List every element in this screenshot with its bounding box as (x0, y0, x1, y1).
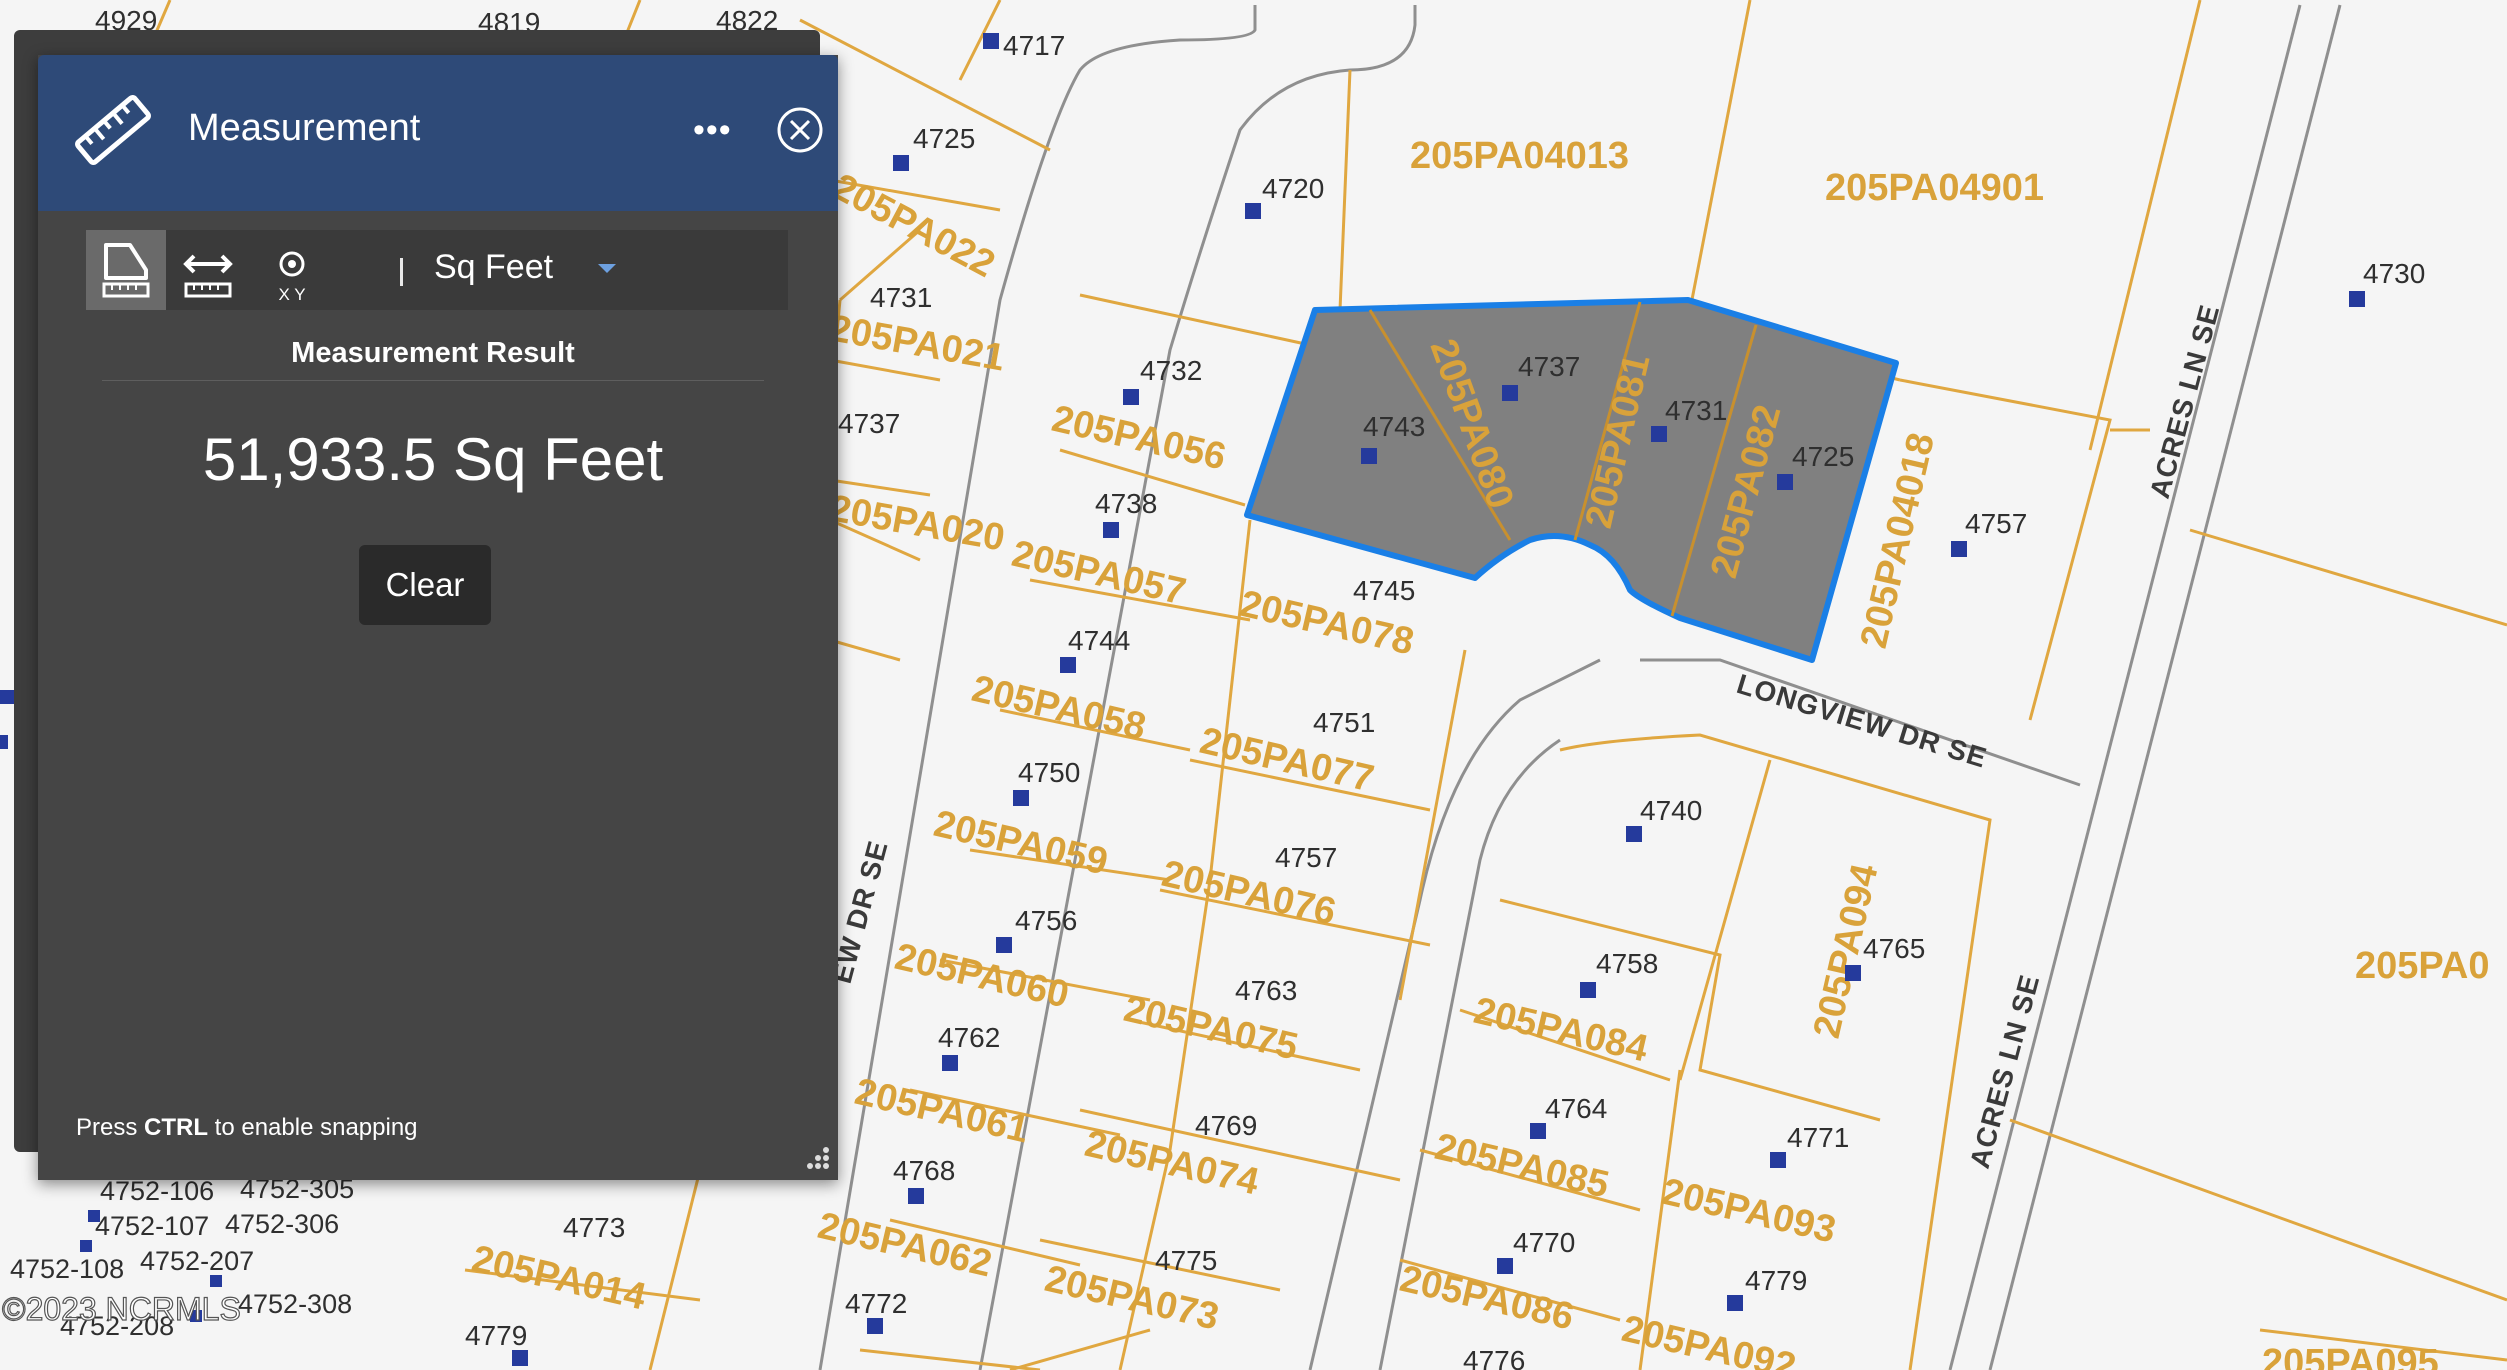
unit-dropdown[interactable]: Sq Feet (434, 248, 553, 287)
measurement-toolbar: X Y Sq Feet (86, 230, 788, 310)
svg-text:4771: 4771 (1787, 1122, 1849, 1153)
svg-text:4779: 4779 (1745, 1265, 1807, 1296)
svg-text:4758: 4758 (1596, 948, 1658, 979)
svg-text:4772: 4772 (845, 1288, 907, 1319)
svg-text:4731: 4731 (1665, 395, 1727, 426)
svg-text:4750: 4750 (1018, 757, 1080, 788)
svg-text:4764: 4764 (1545, 1093, 1607, 1124)
svg-text:4765: 4765 (1863, 933, 1925, 964)
location-tool-button[interactable]: X Y (252, 230, 332, 310)
svg-text:4752-107: 4752-107 (95, 1211, 209, 1241)
svg-text:4756: 4756 (1015, 905, 1077, 936)
svg-text:4768: 4768 (893, 1155, 955, 1186)
svg-text:205PA0: 205PA0 (2355, 945, 2490, 987)
panel-header: Measurement ••• (38, 55, 838, 203)
svg-text:X Y: X Y (278, 285, 305, 304)
distance-tool-button[interactable] (168, 230, 248, 310)
map-copyright: ©2023 NCRMLS (2, 1291, 241, 1327)
svg-text:4740: 4740 (1640, 795, 1702, 826)
svg-text:4752-306: 4752-306 (225, 1209, 339, 1239)
svg-text:4762: 4762 (938, 1022, 1000, 1053)
svg-text:4743: 4743 (1363, 411, 1425, 442)
svg-text:4737: 4737 (1518, 351, 1580, 382)
location-xy-icon: X Y (278, 251, 306, 304)
svg-text:4779: 4779 (465, 1320, 527, 1351)
measurement-panel: Measurement ••• X Y Sq Feet Measurement … (38, 55, 838, 1180)
svg-text:4730: 4730 (2363, 258, 2425, 289)
svg-text:4752-207: 4752-207 (140, 1246, 254, 1276)
area-measure-icon (102, 243, 150, 298)
close-icon[interactable] (775, 105, 825, 155)
svg-text:4752-308: 4752-308 (238, 1289, 352, 1319)
svg-text:4776: 4776 (1463, 1345, 1525, 1370)
svg-text:4725: 4725 (913, 123, 975, 154)
svg-text:205PA04013: 205PA04013 (1410, 135, 1629, 177)
svg-text:4763: 4763 (1235, 975, 1297, 1006)
svg-text:4725: 4725 (1792, 441, 1854, 472)
panel-title: Measurement (188, 107, 421, 149)
result-divider (102, 380, 764, 381)
snapping-hint-key: CTRL (144, 1114, 208, 1141)
svg-text:4731: 4731 (870, 282, 932, 313)
svg-text:4757: 4757 (1275, 842, 1337, 873)
snapping-hint-prefix: Press (76, 1114, 145, 1141)
svg-text:4775: 4775 (1155, 1245, 1217, 1276)
ruler-icon (75, 94, 151, 166)
distance-measure-icon (183, 254, 233, 298)
svg-text:4751: 4751 (1313, 707, 1375, 738)
svg-text:205PA095: 205PA095 (2262, 1342, 2439, 1370)
result-label: Measurement Result (291, 337, 575, 369)
svg-text:205PA04901: 205PA04901 (1825, 167, 2044, 209)
svg-text:4757: 4757 (1965, 508, 2027, 539)
more-options-icon[interactable]: ••• (693, 113, 732, 147)
chevron-down-icon[interactable] (598, 264, 616, 273)
svg-text:4717: 4717 (1003, 30, 1065, 61)
svg-text:4752-106: 4752-106 (100, 1176, 214, 1206)
svg-text:4752-108: 4752-108 (10, 1254, 124, 1284)
svg-text:4737: 4737 (838, 408, 900, 439)
svg-text:4744: 4744 (1068, 625, 1130, 656)
area-tool-button[interactable] (86, 230, 166, 310)
svg-text:4738: 4738 (1095, 488, 1157, 519)
snapping-hint-suffix: to enable snapping (208, 1114, 418, 1141)
svg-text:4770: 4770 (1513, 1227, 1575, 1258)
svg-text:4773: 4773 (563, 1212, 625, 1243)
snapping-hint: Press CTRL to enable snapping (76, 1114, 418, 1142)
svg-text:4732: 4732 (1140, 355, 1202, 386)
toolbar-separator (400, 258, 403, 286)
clear-button[interactable]: Clear (359, 545, 491, 625)
svg-text:4769: 4769 (1195, 1110, 1257, 1141)
panel-header-strip (38, 203, 838, 211)
svg-text:4720: 4720 (1262, 173, 1324, 204)
svg-text:4745: 4745 (1353, 575, 1415, 606)
resize-grip-icon[interactable] (798, 1140, 834, 1176)
measurement-result-value: 51,933.5 Sq Feet (202, 426, 664, 493)
